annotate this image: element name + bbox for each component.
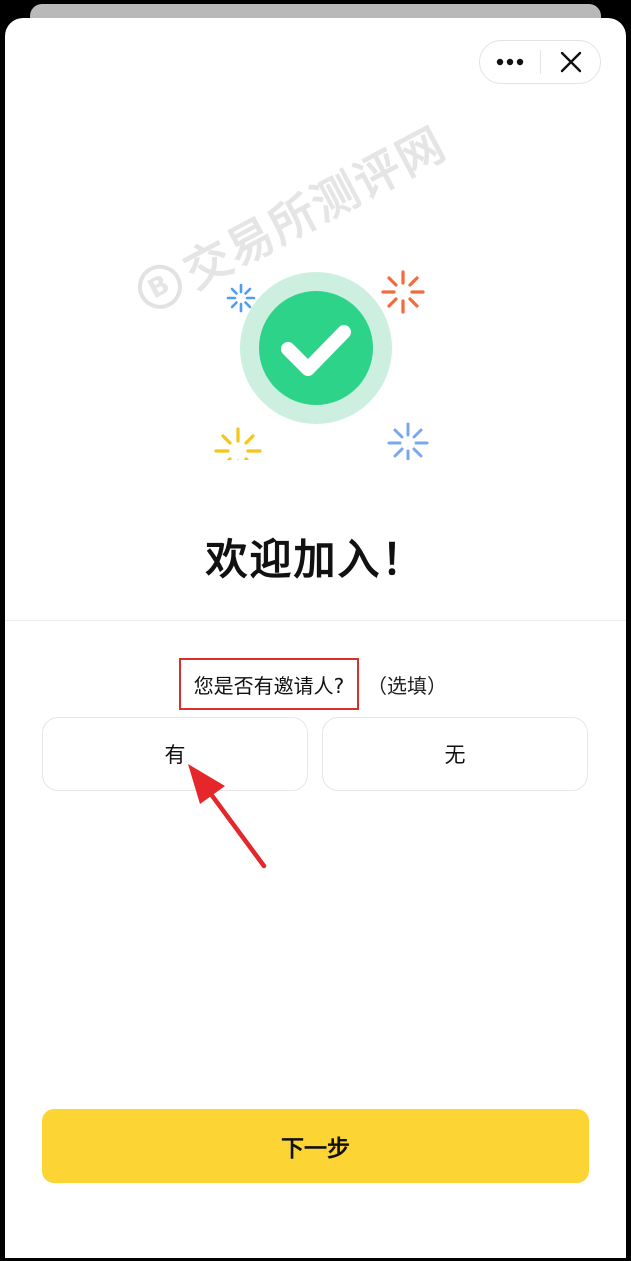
welcome-title: 欢迎加入！ bbox=[205, 535, 426, 584]
sparkle-yellow-icon bbox=[214, 427, 262, 460]
more-button[interactable] bbox=[480, 41, 540, 83]
close-x-icon bbox=[560, 51, 582, 73]
mini-program-capsule bbox=[479, 40, 601, 84]
sparkle-blue-small-icon bbox=[226, 283, 256, 313]
sparkle-blue-large-icon bbox=[387, 422, 429, 460]
more-dots-icon bbox=[496, 58, 524, 66]
section-divider bbox=[5, 620, 626, 621]
next-step-label: 下一步 bbox=[281, 1136, 350, 1162]
optional-hint: （选填） bbox=[367, 673, 447, 698]
option-no-label: 无 bbox=[444, 743, 466, 767]
close-button[interactable] bbox=[541, 41, 601, 83]
inviter-question: 您是否有邀请人? （选填） bbox=[5, 658, 626, 712]
question-label-highlight: 您是否有邀请人? bbox=[179, 658, 359, 710]
question-label: 您是否有邀请人? bbox=[193, 673, 345, 698]
option-no-button[interactable]: 无 bbox=[322, 717, 588, 791]
modal-sheet: B 交易所测评网 欢迎加入！ 您是否有邀请人? （选填） 有 无 下一步 bbox=[5, 18, 626, 1258]
watermark-coin-icon: B bbox=[130, 257, 190, 317]
red-arrow-annotation-icon bbox=[188, 764, 267, 869]
sparkle-orange-icon bbox=[381, 270, 425, 314]
check-circle-icon bbox=[259, 291, 373, 405]
next-step-button[interactable]: 下一步 bbox=[42, 1109, 589, 1183]
